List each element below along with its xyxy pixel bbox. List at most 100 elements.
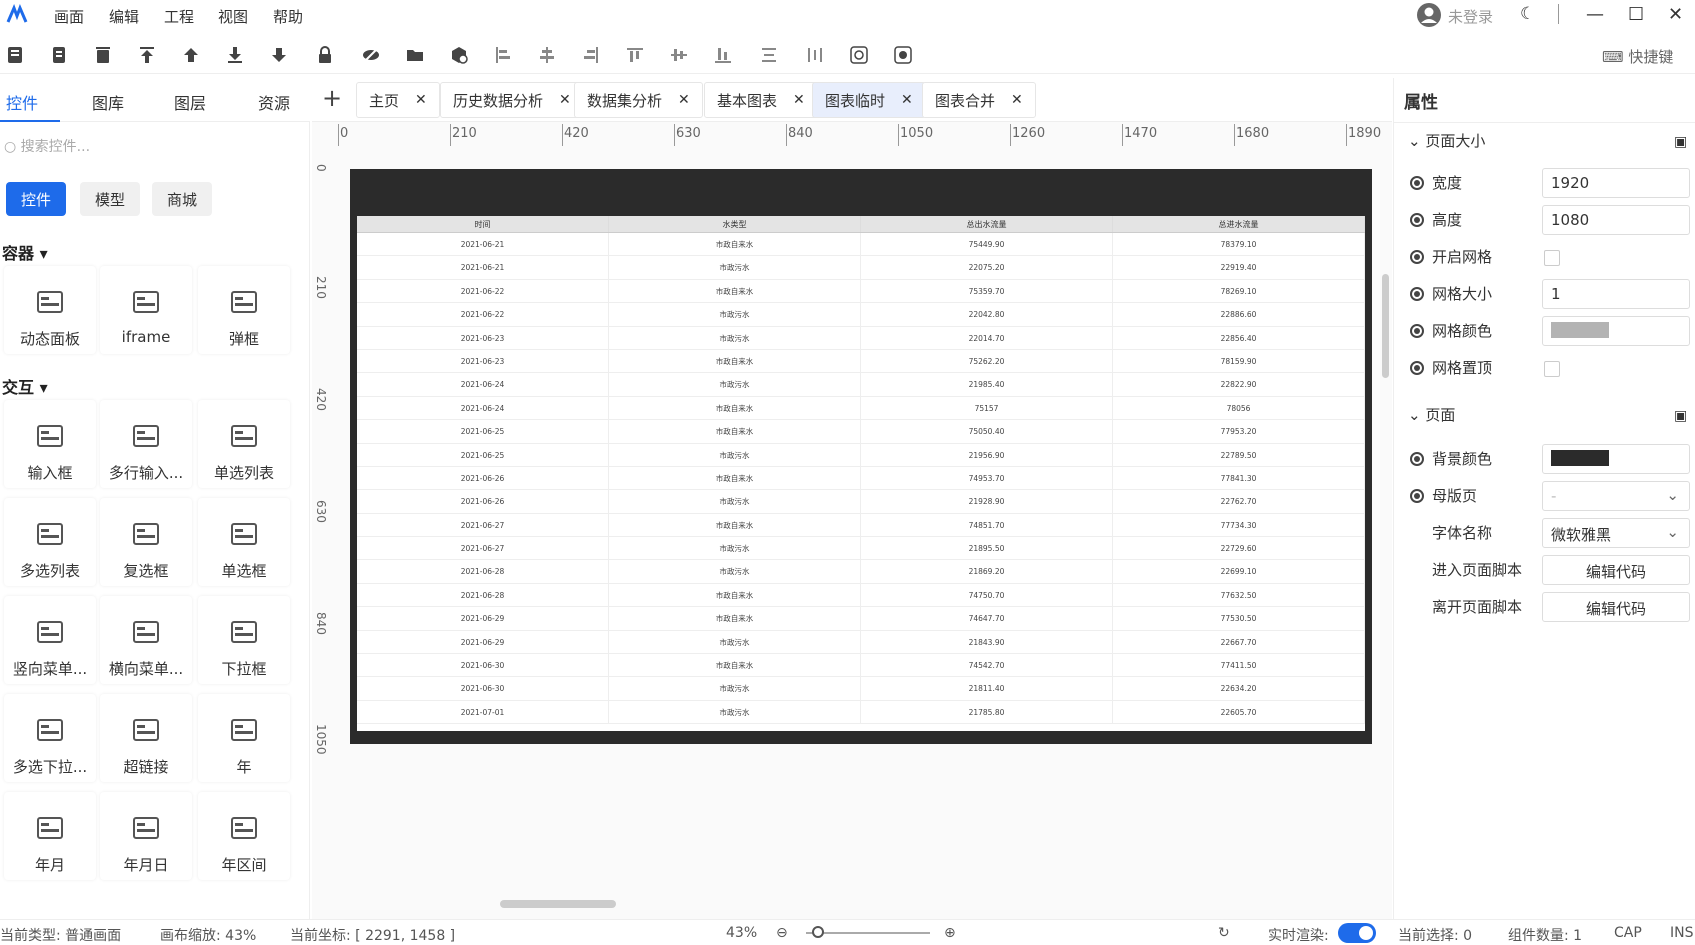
login-status[interactable]: 未登录	[1448, 6, 1493, 27]
component-settings-icon[interactable]	[446, 42, 472, 68]
lock-icon[interactable]	[312, 42, 338, 68]
grid-on-checkbox[interactable]	[1544, 250, 1560, 266]
data-table-widget[interactable]: 时间 水类型 总出水流量 总进水流量 2021-06-21 市政自来水 75449.90 78…	[357, 216, 1365, 731]
widget-card[interactable]: 竖向菜单...	[4, 596, 96, 684]
height-input[interactable]: 1080	[1542, 205, 1690, 235]
radio-icon[interactable]	[1410, 361, 1424, 375]
table-row[interactable]: 2021-06-26 市政污水 21928.90 22762.70	[357, 490, 1365, 514]
table-row[interactable]: 2021-06-24 市政污水 21985.40 22822.90	[357, 373, 1365, 397]
section-page-size[interactable]: ⌄ 页面大小	[1408, 130, 1485, 151]
copy-icon[interactable]: ▣	[1674, 134, 1687, 150]
delete-icon[interactable]	[90, 42, 116, 68]
table-row[interactable]: 2021-06-27 市政污水 21895.50 22729.60	[357, 537, 1365, 561]
close-tab-icon[interactable]: ✕	[415, 92, 427, 108]
menu-item-edit[interactable]: 编辑	[109, 6, 139, 27]
table-row[interactable]: 2021-06-21 市政自来水 75449.90 78379.10	[357, 233, 1365, 257]
align-top-icon[interactable]	[622, 42, 648, 68]
zoom-in-icon[interactable]: ⊕	[944, 925, 956, 941]
pill-controls[interactable]: 控件	[6, 182, 66, 216]
table-row[interactable]: 2021-06-30 市政污水 21811.40 22634.20	[357, 677, 1365, 701]
canvas-vertical-scrollbar[interactable]	[1382, 274, 1389, 378]
menu-item-canvas[interactable]: 画面	[54, 6, 84, 27]
widget-card[interactable]: 复选框	[100, 498, 192, 586]
section-page[interactable]: ⌄ 页面	[1408, 404, 1455, 425]
table-row[interactable]: 2021-06-26 市政自来水 74953.70 77841.30	[357, 466, 1365, 491]
zoom-slider-handle[interactable]	[812, 926, 824, 938]
table-row[interactable]: 2021-06-23 市政污水 22014.70 22856.40	[357, 326, 1365, 350]
radio-icon[interactable]	[1410, 213, 1424, 227]
doc-tab[interactable]: 数据集分析 ✕	[574, 82, 703, 118]
radio-icon[interactable]	[1410, 250, 1424, 264]
table-row[interactable]: 2021-06-28 市政自来水 74750.70 77632.50	[357, 583, 1365, 608]
tab-controls[interactable]: 控件	[6, 90, 38, 114]
save-as-icon[interactable]	[46, 42, 72, 68]
search-input[interactable]: ○ 搜索控件...	[4, 136, 90, 156]
pill-store[interactable]: 商城	[152, 182, 212, 216]
record-icon[interactable]	[890, 42, 916, 68]
table-row[interactable]: 2021-06-30 市政自来水 74542.70 77411.50	[357, 654, 1365, 678]
widget-card[interactable]: 年月	[4, 792, 96, 880]
distribute-h-icon[interactable]	[802, 42, 828, 68]
doc-tab[interactable]: 基本图表 ✕	[704, 82, 818, 118]
table-row[interactable]: 2021-06-24 市政自来水 75157 78056	[357, 396, 1365, 421]
menu-item-view[interactable]: 视图	[218, 6, 248, 27]
doc-tab[interactable]: 图表临时 ✕	[812, 82, 926, 118]
tab-gallery[interactable]: 图库	[92, 90, 124, 114]
add-tab-icon[interactable]: +	[322, 84, 342, 112]
distribute-v-icon[interactable]	[756, 42, 782, 68]
save-icon[interactable]	[2, 42, 28, 68]
radio-icon[interactable]	[1410, 489, 1424, 503]
canvas-horizontal-scrollbar[interactable]	[500, 900, 616, 908]
widget-card[interactable]: 年区间	[198, 792, 290, 880]
widget-card[interactable]: 输入框	[4, 400, 96, 488]
leave-script-button[interactable]: 编辑代码	[1542, 592, 1690, 622]
widget-card[interactable]: 弹框	[198, 266, 290, 354]
master-select[interactable]: - ⌄	[1542, 481, 1690, 511]
radio-icon[interactable]	[1410, 287, 1424, 301]
move-to-bottom-icon[interactable]	[222, 42, 248, 68]
doc-tab[interactable]: 历史数据分析 ✕	[440, 82, 584, 118]
close-tab-icon[interactable]: ✕	[901, 92, 913, 108]
align-left-icon[interactable]	[490, 42, 516, 68]
move-up-icon[interactable]	[178, 42, 204, 68]
close-tab-icon[interactable]: ✕	[793, 92, 805, 108]
user-avatar-icon[interactable]	[1416, 2, 1442, 28]
tab-resources[interactable]: 资源	[258, 90, 290, 114]
menu-item-help[interactable]: 帮助	[273, 6, 303, 27]
copy-icon[interactable]: ▣	[1674, 408, 1687, 424]
move-to-top-icon[interactable]	[134, 42, 160, 68]
refresh-icon[interactable]	[846, 42, 872, 68]
widget-card[interactable]: 年	[198, 694, 290, 782]
hide-icon[interactable]	[358, 42, 384, 68]
table-row[interactable]: 2021-06-21 市政污水 22075.20 22919.40	[357, 256, 1365, 280]
widget-card[interactable]: 多选下拉...	[4, 694, 96, 782]
table-row[interactable]: 2021-06-22 市政自来水 75359.70 78269.10	[357, 279, 1365, 304]
radio-icon[interactable]	[1410, 452, 1424, 466]
widget-card[interactable]: 超链接	[100, 694, 192, 782]
zoom-out-icon[interactable]: ⊖	[776, 925, 788, 941]
table-row[interactable]: 2021-07-01 市政污水 21785.80 22605.70	[357, 700, 1365, 725]
grid-size-input[interactable]: 1	[1542, 279, 1690, 309]
close-icon[interactable]: ✕	[1668, 4, 1683, 25]
bg-color-picker[interactable]	[1542, 444, 1690, 474]
widget-card[interactable]: 单选框	[198, 498, 290, 586]
table-row[interactable]: 2021-06-25 市政污水 21956.90 22789.50	[357, 443, 1365, 467]
shortcut-button[interactable]: ⌨ 快捷键	[1602, 46, 1673, 67]
doc-tab[interactable]: 主页 ✕	[356, 82, 440, 118]
zoom-slider[interactable]	[806, 932, 930, 934]
font-select[interactable]: 微软雅黑 ⌄	[1542, 518, 1690, 548]
align-right-icon[interactable]	[578, 42, 604, 68]
widget-card[interactable]: 多选列表	[4, 498, 96, 586]
table-row[interactable]: 2021-06-25 市政自来水 75050.40 77953.20	[357, 420, 1365, 444]
widget-card[interactable]: 下拉框	[198, 596, 290, 684]
close-tab-icon[interactable]: ✕	[559, 92, 571, 108]
widget-card[interactable]: 年月日	[100, 792, 192, 880]
table-row[interactable]: 2021-06-29 市政自来水 74647.70 77530.50	[357, 607, 1365, 631]
move-down-icon[interactable]	[266, 42, 292, 68]
radio-icon[interactable]	[1410, 176, 1424, 190]
grid-color-picker[interactable]	[1542, 316, 1690, 346]
enter-script-button[interactable]: 编辑代码	[1542, 555, 1690, 585]
tab-layers[interactable]: 图层	[174, 90, 206, 114]
section-container[interactable]: 容器 ▾	[2, 240, 48, 264]
close-tab-icon[interactable]: ✕	[678, 92, 690, 108]
